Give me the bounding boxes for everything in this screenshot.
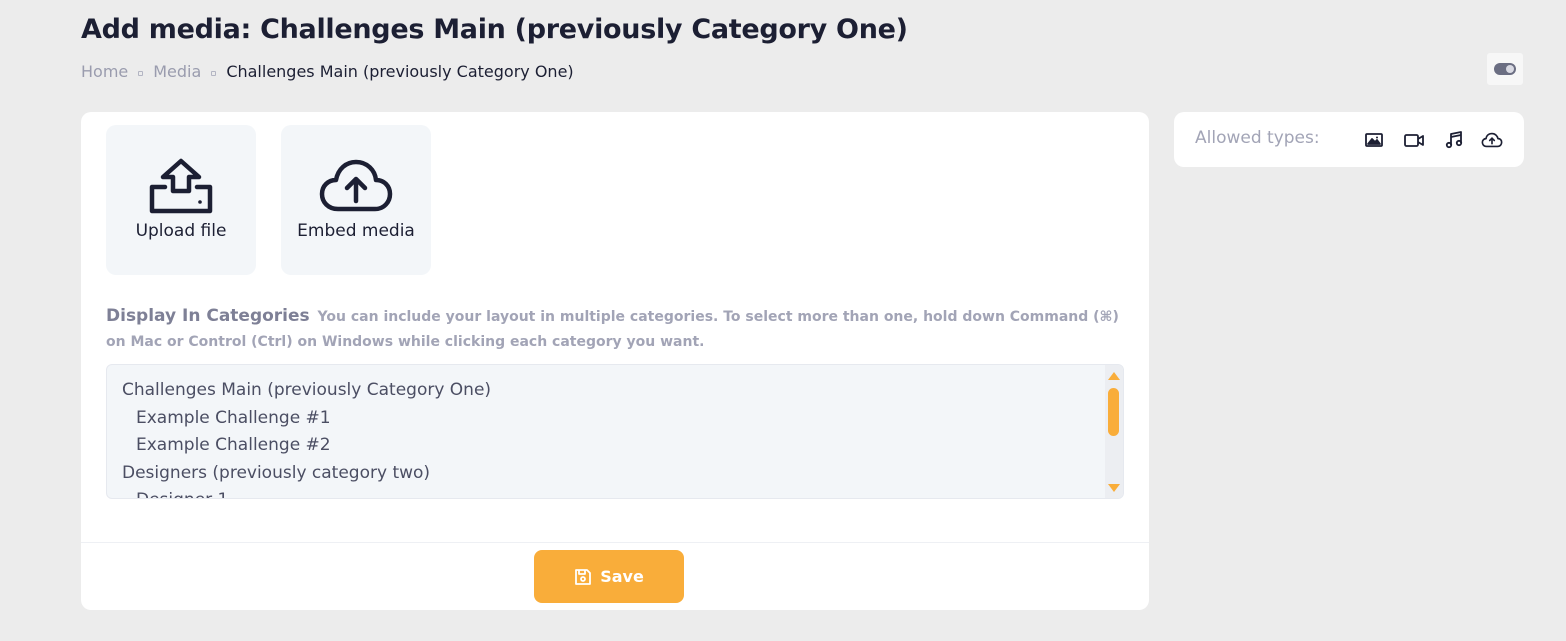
- cloud-upload-icon: [319, 159, 393, 212]
- divider: [81, 542, 1149, 543]
- save-button[interactable]: Save: [534, 550, 684, 603]
- breadcrumb: Home Media Challenges Main (previously C…: [81, 62, 574, 81]
- save-button-label: Save: [600, 567, 644, 586]
- categories-scrollbar[interactable]: [1105, 365, 1123, 498]
- theme-toggle[interactable]: [1487, 53, 1523, 85]
- breadcrumb-separator: [211, 71, 217, 76]
- allowed-types-card: Allowed types:: [1174, 112, 1524, 167]
- scroll-down-arrow-icon[interactable]: [1108, 484, 1120, 492]
- categories-option-list: Challenges Main (previously Category One…: [122, 377, 491, 498]
- scrollbar-thumb[interactable]: [1108, 388, 1119, 436]
- scroll-up-arrow-icon[interactable]: [1108, 372, 1120, 380]
- categories-multiselect[interactable]: Challenges Main (previously Category One…: [106, 364, 1124, 499]
- category-option[interactable]: Challenges Main (previously Category One…: [122, 377, 491, 405]
- save-icon: [575, 568, 592, 585]
- breadcrumb-media-link[interactable]: Media: [153, 62, 201, 81]
- upload-icon: [149, 158, 213, 214]
- breadcrumb-separator: [138, 71, 144, 76]
- add-media-card: Upload file Embed media Display In Categ…: [81, 112, 1149, 610]
- page-title: Add media: Challenges Main (previously C…: [81, 14, 908, 45]
- category-option[interactable]: Designer 1: [122, 487, 491, 498]
- toggle-icon: [1494, 63, 1516, 75]
- breadcrumb-home-link[interactable]: Home: [81, 62, 128, 81]
- embed-media-label: Embed media: [297, 221, 415, 241]
- music-icon: [1443, 129, 1465, 151]
- category-option[interactable]: Example Challenge #1: [122, 405, 491, 433]
- categories-title: Display In Categories: [106, 306, 310, 326]
- categories-label: Display In Categories You can include yo…: [106, 304, 1126, 355]
- breadcrumb-current: Challenges Main (previously Category One…: [226, 62, 574, 81]
- upload-file-tile[interactable]: Upload file: [106, 125, 256, 275]
- upload-file-label: Upload file: [135, 221, 227, 241]
- allowed-types-label: Allowed types:: [1195, 128, 1320, 148]
- category-option[interactable]: Designers (previously category two): [122, 460, 491, 488]
- cloud-upload-icon: [1481, 129, 1503, 151]
- video-icon: [1403, 129, 1425, 151]
- embed-media-tile[interactable]: Embed media: [281, 125, 431, 275]
- image-icon: [1363, 129, 1385, 151]
- category-option[interactable]: Example Challenge #2: [122, 432, 491, 460]
